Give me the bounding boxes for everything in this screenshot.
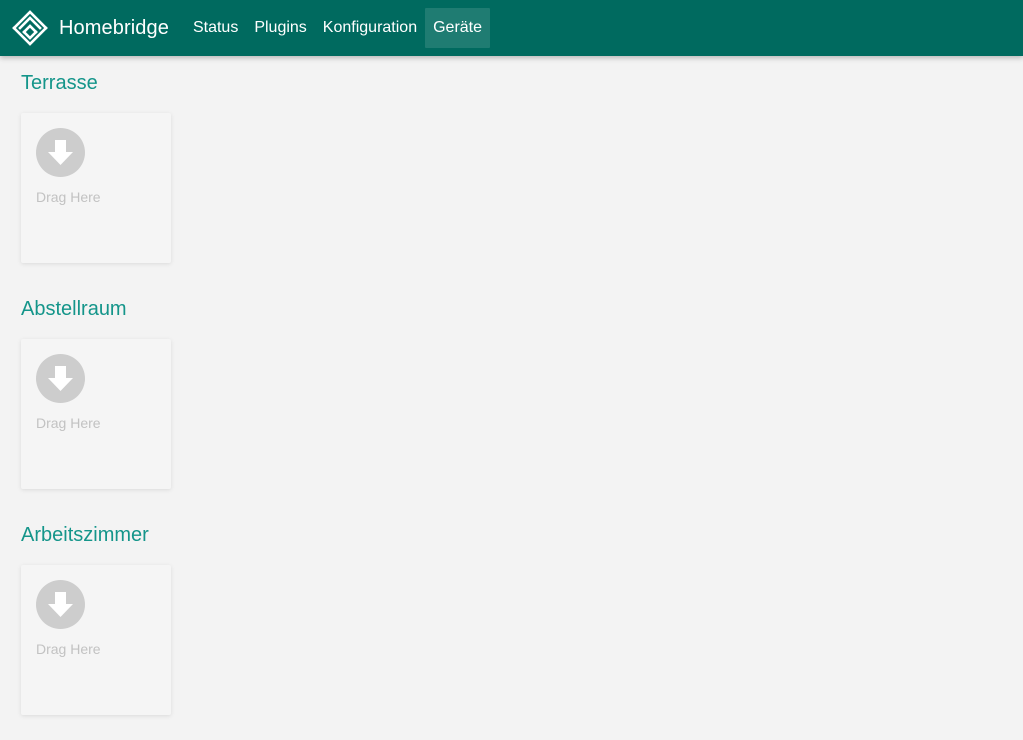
room-title: Abstellraum bbox=[21, 298, 127, 320]
accessory-drop-zone[interactable]: Drag Here bbox=[21, 113, 171, 263]
nav-item-konfiguration[interactable]: Konfiguration bbox=[315, 8, 425, 48]
arrow-down-circle-icon bbox=[36, 580, 85, 629]
main-nav: Status Plugins Konfiguration Geräte bbox=[185, 0, 491, 56]
homebridge-logo-icon bbox=[12, 9, 48, 47]
room-section-abstellraum: Abstellraum Drag Here bbox=[21, 282, 1023, 508]
room-section-terrasse: Terrasse Drag Here bbox=[21, 56, 1023, 282]
brand-link[interactable]: Homebridge bbox=[12, 9, 169, 47]
drop-zone-label: Drag Here bbox=[36, 189, 101, 205]
room-title: Terrasse bbox=[21, 72, 98, 94]
brand-name: Homebridge bbox=[59, 16, 169, 39]
nav-item-geraete[interactable]: Geräte bbox=[425, 8, 491, 48]
drop-zone-label: Drag Here bbox=[36, 641, 101, 657]
arrow-down-circle-icon bbox=[36, 128, 85, 177]
room-title: Arbeitszimmer bbox=[21, 524, 149, 546]
accessory-drop-zone[interactable]: Drag Here bbox=[21, 339, 171, 489]
rooms-container: Terrasse Drag Here Abstellraum Drag Here bbox=[0, 56, 1023, 734]
top-navbar: Homebridge Status Plugins Konfiguration … bbox=[0, 0, 1023, 56]
room-section-arbeitszimmer: Arbeitszimmer Drag Here bbox=[21, 508, 1023, 734]
drop-zone-label: Drag Here bbox=[36, 415, 101, 431]
nav-item-plugins[interactable]: Plugins bbox=[246, 8, 314, 48]
nav-item-status[interactable]: Status bbox=[185, 8, 246, 48]
arrow-down-circle-icon bbox=[36, 354, 85, 403]
accessory-drop-zone[interactable]: Drag Here bbox=[21, 565, 171, 715]
